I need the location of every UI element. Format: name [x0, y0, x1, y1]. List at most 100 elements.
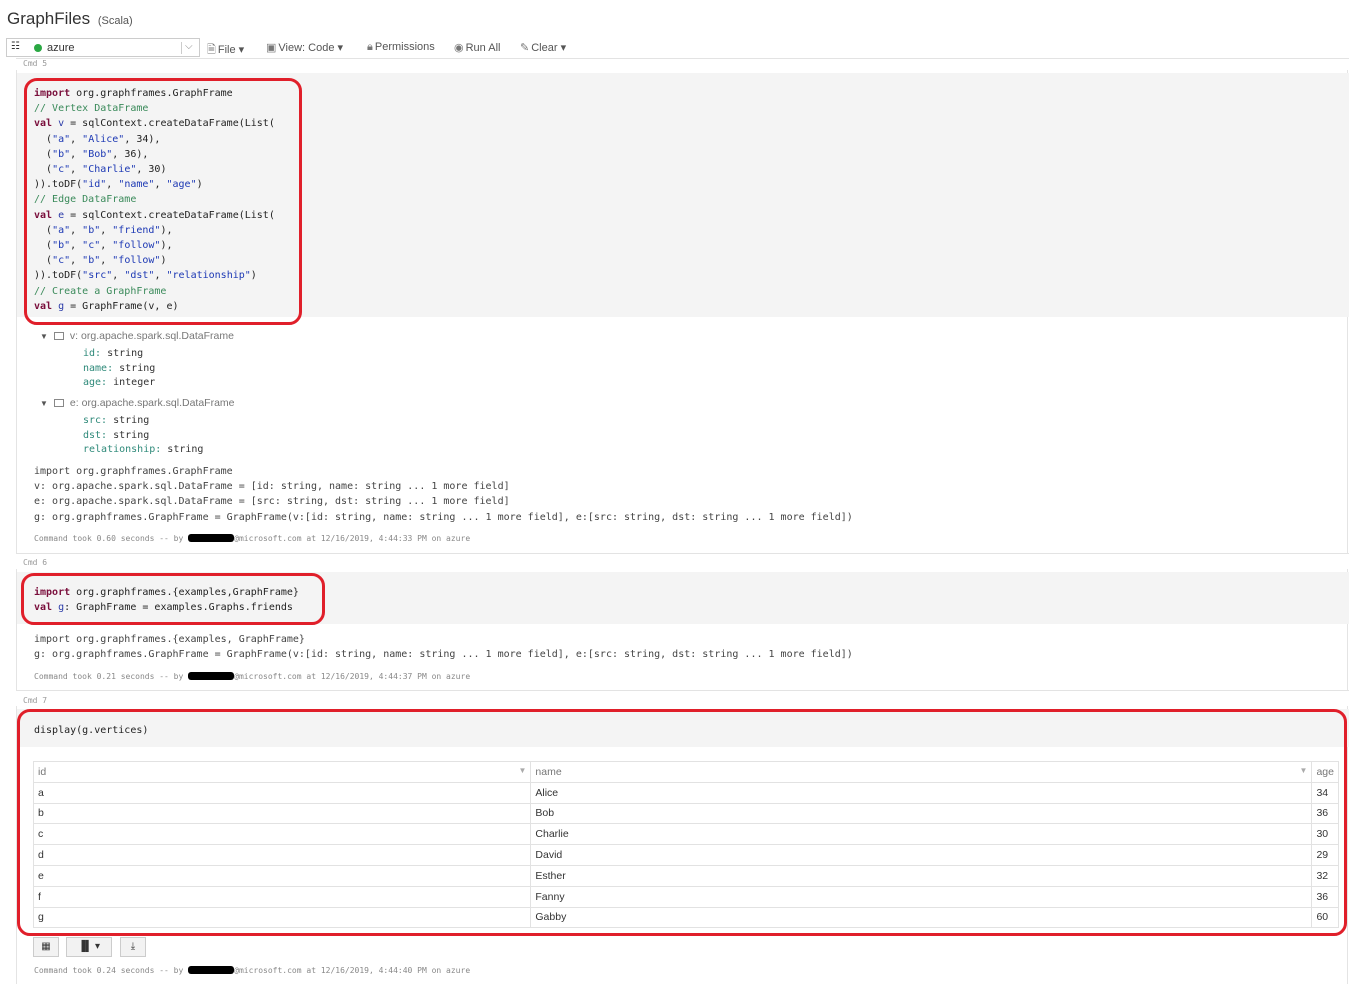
caret-down-icon[interactable]: ▼: [40, 399, 48, 408]
cluster-tree-icon: ☷: [11, 41, 20, 52]
schema-var: v:: [69, 330, 79, 342]
output-line: import org.graphframes.GraphFrame: [34, 466, 233, 477]
field-type: string: [161, 444, 204, 456]
column-header-id[interactable]: id ▼: [32, 761, 532, 783]
table-view-button[interactable]: ▦: [33, 937, 59, 957]
output-line: import org.graphframes.{examples, GraphF…: [34, 634, 305, 645]
took-prefix: Command took 0.60 seconds -- by: [34, 534, 189, 543]
run-all-button[interactable]: ◉ Run All: [454, 41, 500, 54]
notebook-title-text: GraphFiles: [7, 9, 91, 28]
cmd-label: Cmd 5: [23, 59, 48, 68]
code-line: )).toDF("id", "name", "age"): [34, 179, 203, 191]
command-took: Command took 0.60 seconds -- by @microso…: [34, 534, 470, 543]
permissions-button[interactable]: 🔒︎ Permissions: [367, 41, 435, 54]
code-line: import org.graphframes.GraphFrame: [34, 88, 233, 99]
eraser-icon: ✎: [520, 42, 530, 54]
cluster-selector[interactable]: ☷ azure ⌵: [6, 38, 200, 57]
output-line: g: org.graphframes.GraphFrame = GraphFra…: [34, 511, 853, 523]
column-header-name[interactable]: name ▼: [530, 761, 1313, 783]
table-cell: 29: [1311, 844, 1339, 866]
table-row: a Alice 34: [32, 781, 1339, 804]
caret-down-icon: ▾: [560, 42, 567, 54]
code-line: val e = sqlContext.createDataFrame(List(: [34, 209, 275, 221]
cell-output: import org.graphframes.GraphFrame v: org.…: [34, 464, 853, 525]
cmd-label: Cmd 7: [23, 696, 48, 705]
chart-view-button[interactable]: ▐▌ ▾: [66, 937, 112, 957]
code-line: ("c", "Charlie", 30): [34, 164, 167, 176]
took-suffix: @microsoft.com at 12/16/2019, 4:44:40 PM…: [234, 966, 471, 975]
caret-down-icon: ▾: [238, 44, 245, 56]
code-line: ("a", "b", "friend"),: [34, 224, 173, 236]
notebook-toolbar: ☷ azure ⌵ 🗎 File ▾ ▣ View: Code ▾ 🔒︎ Permis…: [6, 38, 1349, 57]
schema-header-v[interactable]: ▼ v: org.apache.spark.sql.DataFrame: [40, 330, 234, 342]
field-name: relationship:: [83, 444, 162, 456]
cmd-label: Cmd 6: [23, 558, 48, 567]
table-cell: Gabby: [530, 906, 1313, 929]
sort-icon[interactable]: ▼: [518, 766, 526, 775]
cluster-status-icon: [34, 44, 42, 52]
table-icon: [53, 332, 64, 340]
took-prefix: Command took 0.24 seconds -- by: [34, 966, 189, 975]
notebook-language: (Scala): [97, 15, 133, 27]
table-row: e Esther 32: [32, 864, 1339, 887]
redacted-user: [188, 672, 235, 680]
table-row: c Charlie 30: [32, 823, 1339, 846]
notebook-cell[interactable]: import org.graphframes.{examples,GraphFr…: [16, 569, 1349, 690]
table-cell: a: [32, 781, 532, 804]
redacted-user: [188, 534, 235, 542]
lock-icon: 🔒︎: [367, 41, 373, 53]
schema-field: relationship: string: [83, 443, 203, 458]
code-block[interactable]: display(g.vertices): [34, 723, 148, 738]
view-menu[interactable]: ▣ View: Code ▾: [266, 41, 343, 54]
table-cell: 30: [1311, 823, 1339, 846]
notebook-cell[interactable]: import org.graphframes.GraphFrame // Vert…: [16, 70, 1349, 553]
permissions-label: Permissions: [374, 41, 435, 53]
column-header-age[interactable]: age: [1311, 761, 1339, 783]
chevron-down-icon[interactable]: ⌵: [185, 41, 193, 52]
clear-menu-label: Clear: [531, 42, 558, 54]
schema-field: dst: string: [83, 429, 203, 444]
bar-chart-icon: ▐▌: [78, 941, 93, 952]
table-cell: Bob: [530, 802, 1313, 825]
cell-output: import org.graphframes.{examples, GraphF…: [34, 632, 853, 662]
code-editor[interactable]: display(g.vertices): [17, 709, 1349, 747]
table-cell: 36: [1311, 885, 1339, 908]
caret-down-icon[interactable]: ▼: [40, 332, 48, 341]
code-block[interactable]: import org.graphframes.{examples,GraphFr…: [34, 585, 299, 615]
code-line: ("b", "c", "follow"),: [34, 240, 173, 252]
sort-icon[interactable]: ▼: [1300, 766, 1308, 775]
play-circle-icon: ◉: [454, 42, 464, 54]
image-icon: ▣: [266, 42, 277, 54]
download-button[interactable]: ⤓: [120, 937, 146, 957]
took-suffix: @microsoft.com at 12/16/2019, 4:44:37 PM…: [234, 672, 471, 681]
schema-type: org.apache.spark.sql.DataFrame: [81, 397, 235, 409]
caret-down-icon[interactable]: ▾: [95, 941, 100, 952]
results-table: id ▼ name ▼ age a Alice 34 b Bob 36 c Charlie 30 d D…: [32, 761, 1339, 929]
cluster-name: azure: [47, 42, 75, 54]
table-cell: David: [530, 844, 1313, 866]
took-prefix: Command took 0.21 seconds -- by: [34, 672, 189, 681]
clear-menu[interactable]: ✎ Clear ▾: [520, 41, 566, 54]
code-block[interactable]: import org.graphframes.GraphFrame // Vert…: [34, 86, 275, 314]
code-line: // Vertex DataFrame: [34, 103, 149, 115]
field-type: string: [101, 348, 144, 359]
cell-divider: [16, 553, 1349, 554]
output-line: v: org.apache.spark.sql.DataFrame = [id:…: [34, 481, 510, 493]
code-line: )).toDF("src", "dst", "relationship"): [34, 270, 257, 282]
table-cell: 36: [1311, 802, 1339, 825]
table-cell: Alice: [530, 781, 1313, 804]
cell-divider: [16, 690, 1349, 691]
table-body: a Alice 34 b Bob 36 c Charlie 30 d David 29 e Esther 3…: [32, 781, 1339, 929]
code-editor[interactable]: import org.graphframes.{examples,GraphFr…: [17, 572, 1349, 624]
file-icon: 🗎: [207, 44, 216, 56]
field-name: id:: [83, 348, 102, 359]
code-line: ("a", "Alice", 34),: [34, 133, 161, 145]
redacted-user: [188, 966, 235, 974]
download-icon: ⤓: [130, 941, 136, 952]
schema-header-e[interactable]: ▼ e: org.apache.spark.sql.DataFrame: [40, 397, 235, 409]
field-name: age:: [83, 377, 108, 389]
code-editor[interactable]: import org.graphframes.GraphFrame // Vert…: [17, 73, 1349, 317]
run-all-label: Run All: [465, 42, 501, 54]
file-menu-label: File: [217, 44, 236, 56]
table-cell: c: [32, 823, 532, 846]
